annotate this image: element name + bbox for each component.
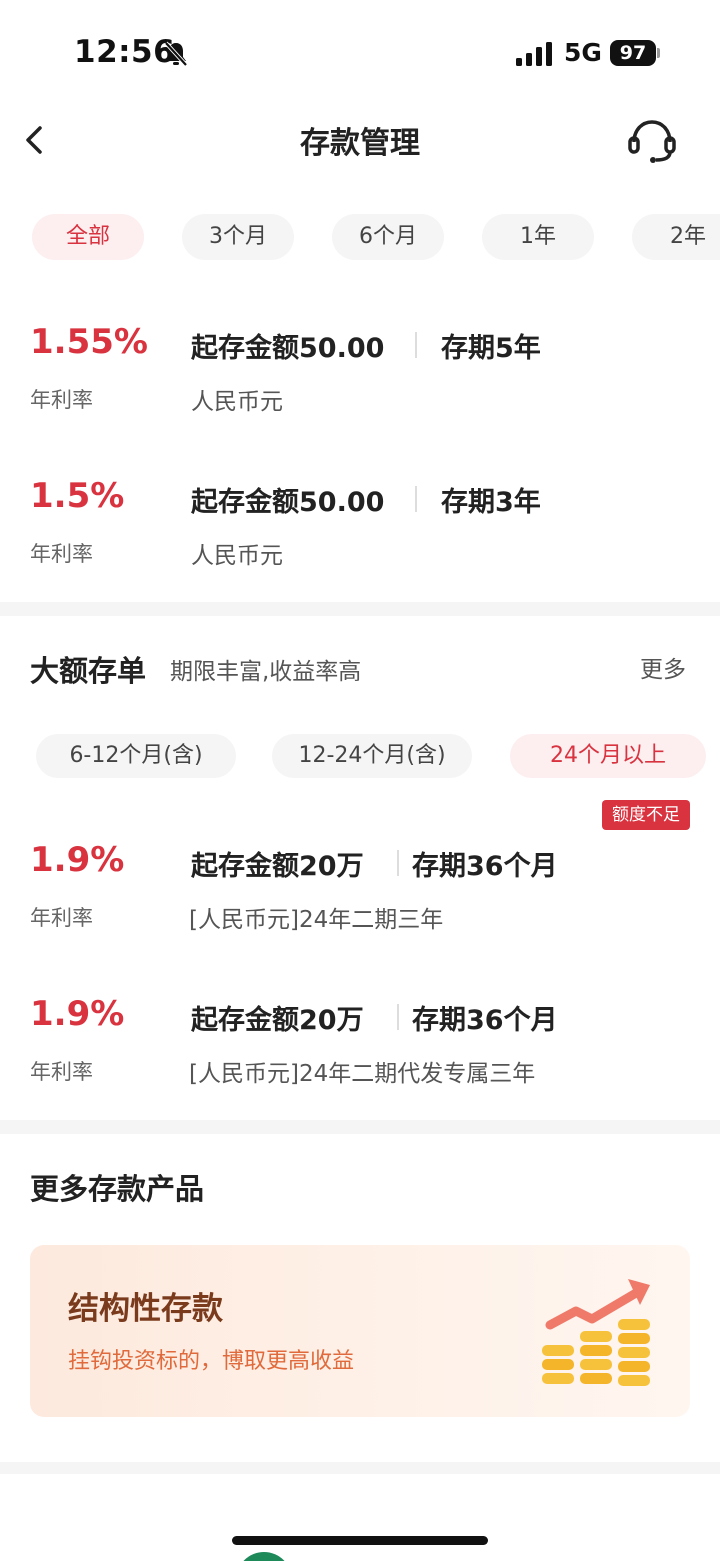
tab-over-24-months[interactable]: 24个月以上 [510,734,706,778]
more-products-title: 更多存款产品 [30,1172,205,1206]
structured-deposit-card[interactable]: 结构性存款 挂钩投资标的，博取更高收益 [30,1245,690,1417]
customer-service-icon[interactable] [626,116,678,166]
tab-all[interactable]: 全部 [32,214,144,260]
deposit-item[interactable]: 1.5% 年利率 起存金额50.00 存期3年 人民币元 [0,476,720,586]
signal-icon [516,42,552,66]
min-amount: 起存金额50.00 [191,487,385,518]
term-text: 存期5年 [441,333,541,364]
coins-chart-icon [542,1279,650,1386]
product-desc: [人民币元]24年二期代发专属三年 [189,1061,536,1087]
rate-label: 年利率 [30,906,93,930]
min-amount: 起存金额20万 [191,1005,364,1036]
network-label: 5G [564,38,602,67]
tab-1-year[interactable]: 1年 [482,214,594,260]
section-divider [0,1462,720,1474]
tab-3-months[interactable]: 3个月 [182,214,294,260]
term-text: 存期36个月 [412,851,558,882]
large-cd-item[interactable]: 1.9% 年利率 起存金额20万 存期36个月 [人民币元]24年二期三年 [0,840,720,950]
large-cd-title: 大额存单 [30,654,147,688]
tab-6-months[interactable]: 6个月 [332,214,444,260]
rate-value: 1.55% [30,322,148,362]
status-time: 12:56 [74,34,176,70]
rate-label: 年利率 [30,388,93,412]
nav-bar: 存款管理 [0,100,720,180]
section-divider [0,1120,720,1134]
page-title: 存款管理 [300,126,420,161]
divider [415,486,417,512]
battery-tip [657,48,660,58]
rate-label: 年利率 [30,542,93,566]
min-amount: 起存金额50.00 [191,333,385,364]
rate-value: 1.5% [30,476,125,516]
term-text: 存期3年 [441,487,541,518]
rate-value: 1.9% [30,840,125,880]
floating-button-peek[interactable] [236,1552,292,1561]
more-link[interactable]: 更多 [640,650,686,684]
tab-2-years[interactable]: 2年 [632,214,720,260]
rate-label: 年利率 [30,1060,93,1084]
tab-12-24-months[interactable]: 12-24个月(含) [272,734,472,778]
product-desc: [人民币元]24年二期三年 [189,907,444,933]
battery-level: 97 [619,42,647,64]
product-name: 结构性存款 [68,1291,223,1327]
rate-value: 1.9% [30,994,125,1034]
quota-badge: 额度不足 [602,800,690,830]
cd-term-tabs: 6-12个月(含) 12-24个月(含) 24个月以上 [36,734,720,780]
currency-text: 人民币元 [191,389,283,415]
product-description: 挂钩投资标的，博取更高收益 [68,1349,355,1374]
large-cd-item[interactable]: 1.9% 年利率 起存金额20万 存期36个月 [人民币元]24年二期代发专属三… [0,994,720,1104]
deposit-item[interactable]: 1.55% 年利率 起存金额50.00 存期5年 人民币元 [0,322,720,432]
section-divider [0,602,720,616]
battery-indicator: 97 [610,40,656,66]
large-cd-subtitle: 期限丰富,收益率高 [170,659,362,685]
divider [397,850,399,876]
term-filter-tabs: 全部 3个月 6个月 1年 2年 [32,214,720,262]
min-amount: 起存金额20万 [191,851,364,882]
term-text: 存期36个月 [412,1005,558,1036]
home-indicator[interactable] [232,1536,488,1545]
tab-6-12-months[interactable]: 6-12个月(含) [36,734,236,778]
bell-muted-icon [164,41,188,67]
divider [415,332,417,358]
currency-text: 人民币元 [191,543,283,569]
divider [397,1004,399,1030]
status-bar: 12:56 5G 97 [0,0,720,100]
